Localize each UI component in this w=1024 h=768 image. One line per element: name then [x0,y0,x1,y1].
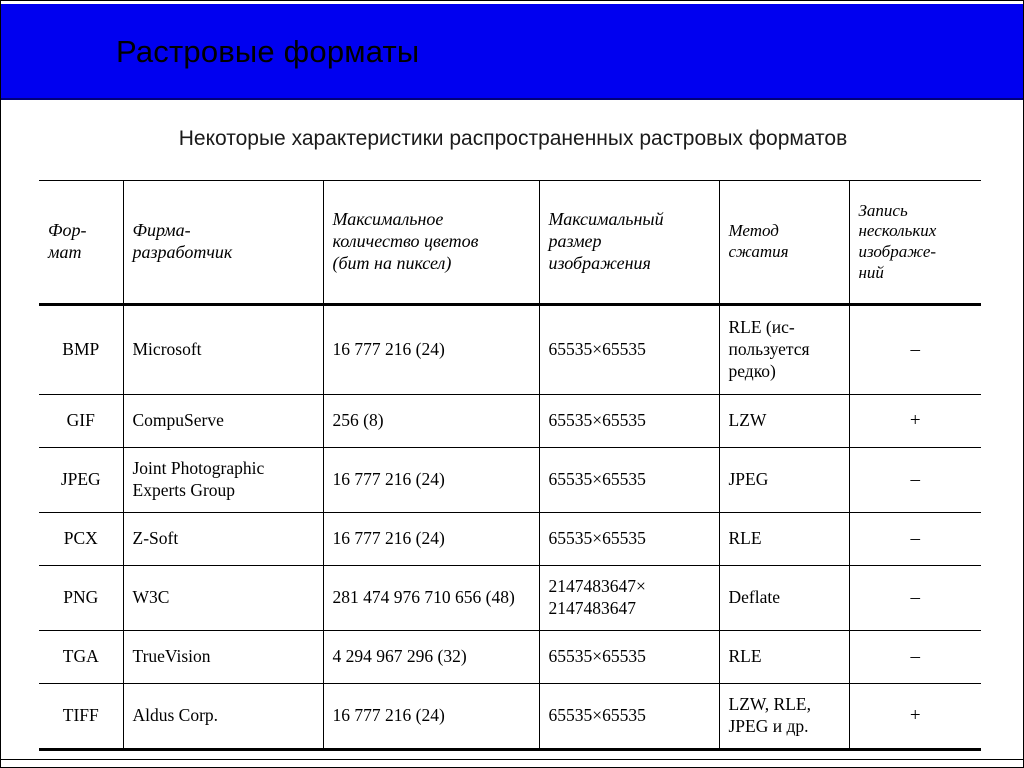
cell-max-colors: 16 777 216 (24) [322,447,539,513]
table-header: Фор-мат Фирма-разработчик Максимальное ко… [39,180,981,306]
cell-vendor: Microsoft [122,304,323,395]
cell-max-size: 65535×65535 [538,683,719,751]
table-row: PNG W3C 281 474 976 710 656 (48) 2147483647… [39,565,981,631]
cell-max-size: 2147483647× 2147483647 [538,565,719,631]
cell-vendor: CompuServe [122,394,323,448]
cell-multi-image: – [848,447,981,513]
table-row: PCX Z-Soft 16 777 216 (24) 65535×65535 RLE – [39,512,981,566]
table-row: GIF CompuServe 256 (8) 65535×65535 LZW + [39,394,981,448]
column-header-multi-image: Запись нескольких изображе-ний [848,180,981,306]
cell-compression: RLE (ис-пользуется редко) [718,304,849,395]
cell-max-colors: 16 777 216 (24) [322,683,539,751]
column-header-max-size: Максимальный размер изображения [538,180,719,306]
cell-format: PNG [39,565,123,631]
cell-vendor: TrueVision [122,630,323,684]
cell-max-size: 65535×65535 [538,447,719,513]
cell-max-colors: 256 (8) [322,394,539,448]
table-row: JPEG Joint Photographic Experts Group 16 7… [39,447,981,513]
cell-max-size: 65535×65535 [538,512,719,566]
table-header-row: Фор-мат Фирма-разработчик Максимальное ко… [39,180,981,306]
column-header-vendor: Фирма-разработчик [122,180,323,306]
cell-vendor: W3C [122,565,323,631]
cell-compression: JPEG [718,447,849,513]
column-header-vendor-label: Фирма-разработчик [132,220,233,262]
cell-max-colors: 16 777 216 (24) [322,304,539,395]
cell-multi-image: + [848,683,981,751]
cell-compression: RLE [718,630,849,684]
table-row: BMP Microsoft 16 777 216 (24) 65535×65535 RL… [39,304,981,395]
cell-max-colors: 4 294 967 296 (32) [322,630,539,684]
subtitle: Некоторые характеристики распространенны… [178,127,848,150]
title-banner: Растровые форматы [1,4,1023,100]
raster-formats-table: Фор-мат Фирма-разработчик Максимальное ко… [39,180,981,751]
cell-format: TGA [39,630,123,684]
cell-compression: RLE [718,512,849,566]
table-row: TGA TrueVision 4 294 967 296 (32) 65535×655… [39,630,981,684]
column-header-format-label: Фор-мат [48,220,87,262]
column-header-multi-image-label: Запись нескольких изображе-ний [858,200,937,282]
cell-max-size: 65535×65535 [538,630,719,684]
column-header-max-size-label: Максимальный размер изображения [548,209,664,273]
cell-multi-image: – [848,512,981,566]
table-body: BMP Microsoft 16 777 216 (24) 65535×65535 RL… [39,304,981,751]
cell-format: GIF [39,394,123,448]
column-header-max-colors-label: Максимальное количество цветов (бит на пик… [332,209,479,273]
cell-format: TIFF [39,683,123,751]
cell-max-size: 65535×65535 [538,394,719,448]
cell-max-size: 65535×65535 [538,304,719,395]
cell-compression: LZW, RLE, JPEG и др. [718,683,849,751]
cell-compression: Deflate [718,565,849,631]
column-header-format: Фор-мат [39,180,123,306]
cell-multi-image: – [848,304,981,395]
slide: Растровые форматы Некоторые характеристи… [0,0,1024,768]
column-header-max-colors: Максимальное количество цветов (бит на пик… [322,180,539,306]
cell-max-colors: 281 474 976 710 656 (48) [322,565,539,631]
cell-multi-image: + [848,394,981,448]
cell-format: BMP [39,304,123,395]
column-header-compression: Метод сжатия [718,180,849,306]
table-row: TIFF Aldus Corp. 16 777 216 (24) 65535×6553… [39,683,981,751]
cell-format: JPEG [39,447,123,513]
page-title: Растровые форматы [116,34,420,69]
bottom-divider [1,759,1023,760]
cell-vendor: Joint Photographic Experts Group [122,447,323,513]
cell-vendor: Z-Soft [122,512,323,566]
cell-max-colors: 16 777 216 (24) [322,512,539,566]
column-header-compression-label: Метод сжатия [728,221,789,261]
cell-vendor: Aldus Corp. [122,683,323,751]
formats-table-wrap: Фор-мат Фирма-разработчик Максимальное ко… [39,180,981,751]
cell-compression: LZW [718,394,849,448]
cell-multi-image: – [848,565,981,631]
cell-format: PCX [39,512,123,566]
cell-multi-image: – [848,630,981,684]
